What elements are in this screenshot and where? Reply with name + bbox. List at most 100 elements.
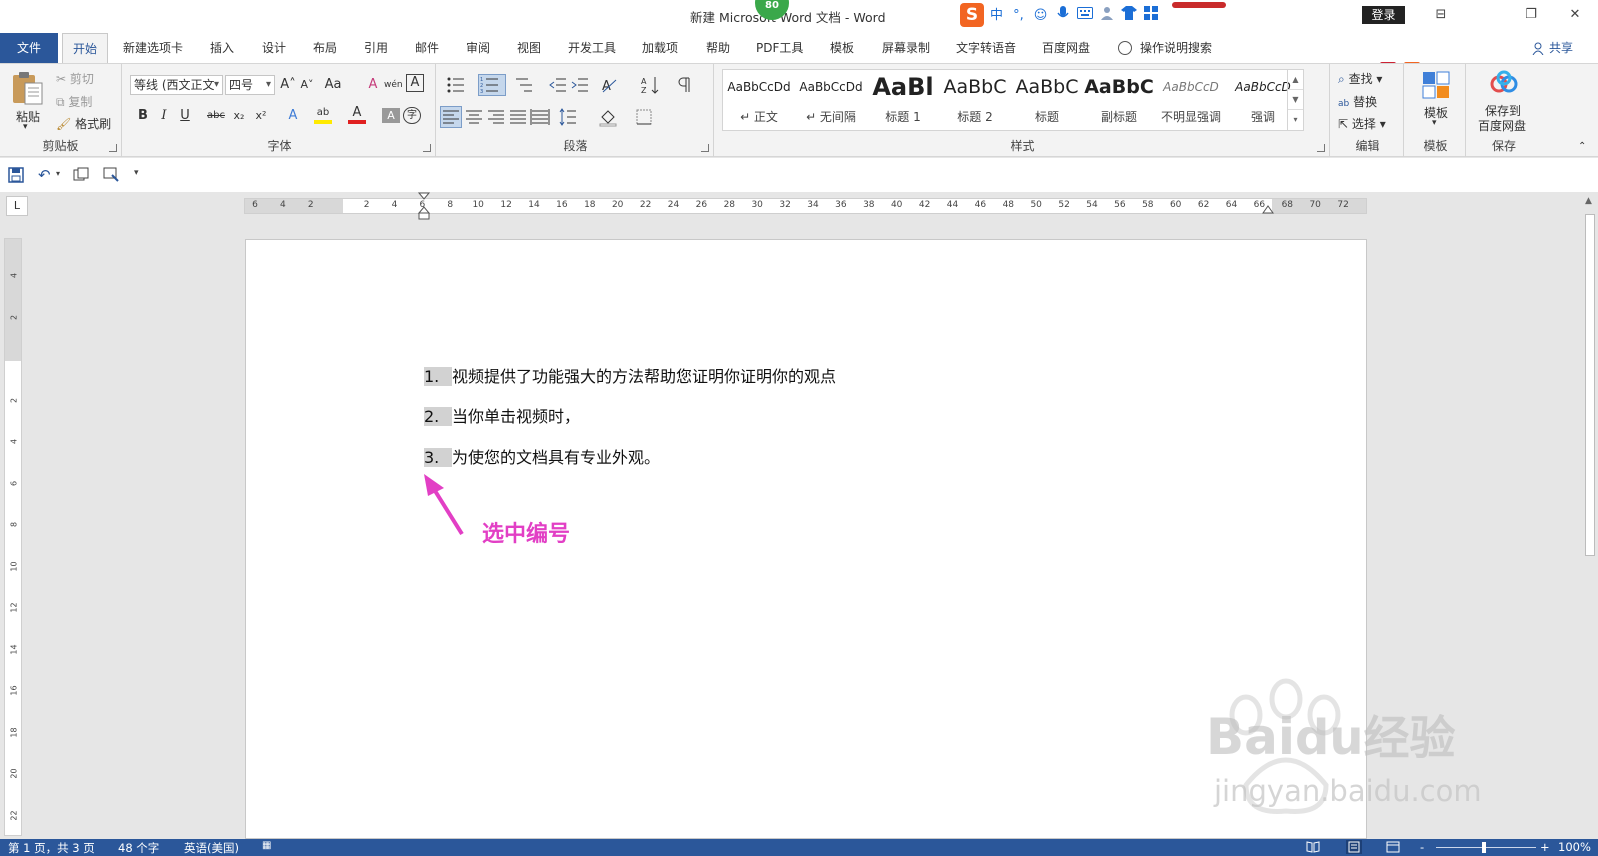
align-center-icon[interactable]: [464, 107, 484, 127]
tab-pdf-tools[interactable]: PDF工具: [746, 33, 813, 63]
print-layout-icon[interactable]: [1346, 840, 1362, 854]
tab-developer[interactable]: 开发工具: [558, 33, 626, 63]
login-button[interactable]: 登录: [1362, 6, 1405, 24]
sort-icon[interactable]: AZ: [640, 75, 660, 95]
replace-button[interactable]: ab 替换: [1338, 93, 1377, 110]
word-count[interactable]: 48 个字: [118, 840, 159, 856]
horizontal-ruler[interactable]: 6 4 2 2 4 6 8 10 12 14 16 18 20 22 24 26 28 30 32 34 36 38 40 4…: [244, 198, 1367, 214]
tab-design[interactable]: 设计: [252, 33, 296, 63]
tell-me-search[interactable]: 操作说明搜索: [1118, 33, 1212, 63]
redo-repeat-icon[interactable]: [72, 166, 90, 184]
zoom-slider-thumb[interactable]: [1482, 842, 1486, 853]
tab-home[interactable]: 开始: [62, 33, 109, 63]
scroll-thumb[interactable]: [1585, 214, 1595, 556]
tab-review[interactable]: 审阅: [456, 33, 500, 63]
customize-qat-icon[interactable]: ▾: [134, 168, 139, 178]
style-subtitle[interactable]: AaBbC 副标题: [1083, 72, 1155, 128]
underline-button[interactable]: U: [176, 105, 194, 127]
chinese-layout-icon[interactable]: A: [600, 75, 620, 95]
collapse-ribbon-icon[interactable]: ⌃: [1578, 141, 1586, 152]
tab-insert[interactable]: 插入: [200, 33, 244, 63]
tab-baidu-netdisk[interactable]: 百度网盘: [1032, 33, 1100, 63]
change-case-button[interactable]: Aa: [324, 74, 342, 96]
paragraph-launcher-icon[interactable]: [701, 144, 709, 152]
user-icon[interactable]: [1097, 6, 1116, 25]
ribbon-display-options-button[interactable]: ⊟: [1418, 5, 1464, 25]
style-no-spacing[interactable]: AaBbCcDd ↵ 无间隔: [795, 72, 867, 128]
undo-dropdown-icon[interactable]: ▾: [56, 169, 60, 178]
style-heading-2[interactable]: AaBbC 标题 2: [939, 72, 1011, 128]
decrease-indent-icon[interactable]: [548, 75, 568, 95]
sogou-logo-icon[interactable]: S: [960, 3, 984, 27]
enclose-characters-button[interactable]: 字: [403, 107, 421, 124]
font-name-combo[interactable]: 等线 (西文正文: [130, 75, 223, 95]
bold-button[interactable]: B: [134, 105, 152, 127]
character-border-button[interactable]: A: [406, 74, 424, 92]
tab-view[interactable]: 视图: [507, 33, 551, 63]
superscript-button[interactable]: x²: [252, 105, 270, 127]
shading-bucket-icon[interactable]: [598, 107, 618, 127]
gallery-down-icon[interactable]: ▼: [1288, 90, 1303, 110]
document-page[interactable]: 1. 视频提供了功能强大的方法帮助您证明你证明你的观点 2. 当你单击视频时， 3.…: [245, 239, 1482, 839]
restore-button[interactable]: ❐: [1508, 5, 1554, 25]
show-paragraph-marks-icon[interactable]: [674, 75, 694, 95]
list-item[interactable]: 3. 为使您的文档具有专业外观。: [424, 444, 660, 468]
list-item[interactable]: 2. 当你单击视频时，: [424, 403, 580, 427]
strikethrough-button[interactable]: abc: [207, 105, 225, 127]
tab-text-to-speech[interactable]: 文字转语音: [946, 33, 1026, 63]
tab-new-tab[interactable]: 新建选项卡: [113, 33, 193, 63]
web-layout-icon[interactable]: [1386, 841, 1400, 853]
increase-indent-icon[interactable]: [570, 75, 590, 95]
read-mode-icon[interactable]: [1306, 841, 1320, 853]
align-right-icon[interactable]: [486, 107, 506, 127]
keyboard-icon[interactable]: [1075, 6, 1094, 25]
subscript-button[interactable]: x₂: [230, 105, 248, 127]
scroll-up-icon[interactable]: ▲: [1585, 196, 1592, 206]
tab-mailings[interactable]: 邮件: [405, 33, 449, 63]
font-color-button[interactable]: A: [348, 105, 366, 124]
phonetic-guide-button[interactable]: wén: [384, 74, 403, 96]
emoji-icon[interactable]: ☺: [1031, 6, 1050, 25]
right-indent-marker-icon[interactable]: [1262, 204, 1274, 214]
character-shading-button[interactable]: A: [382, 108, 400, 123]
tab-file[interactable]: 文件: [0, 33, 58, 63]
line-spacing-icon[interactable]: [558, 107, 578, 127]
style-subtle-emphasis[interactable]: AaBbCcD 不明显强调: [1155, 72, 1227, 128]
find-button[interactable]: ⌕ 查找 ▾: [1338, 70, 1382, 87]
close-button[interactable]: ✕: [1552, 5, 1598, 25]
font-launcher-icon[interactable]: [423, 144, 431, 152]
text-effects-button[interactable]: A: [284, 105, 302, 127]
page-count[interactable]: 第 1 页，共 3 页: [8, 840, 95, 856]
gallery-up-icon[interactable]: ▲: [1288, 70, 1303, 90]
undo-icon[interactable]: ↶: [38, 166, 51, 184]
vertical-ruler[interactable]: 4 2 2 4 6 8 10 12 14 16 18 20 22: [4, 238, 22, 836]
tab-screen-record[interactable]: 屏幕录制: [872, 33, 940, 63]
skin-shirt-icon[interactable]: [1119, 5, 1138, 25]
tab-addins[interactable]: 加载项: [632, 33, 688, 63]
tab-templates[interactable]: 模板: [820, 33, 864, 63]
list-number[interactable]: 3.: [424, 448, 452, 467]
tab-layout[interactable]: 布局: [303, 33, 347, 63]
list-number[interactable]: 2.: [424, 407, 452, 426]
microphone-icon[interactable]: [1053, 5, 1072, 25]
italic-button[interactable]: I: [155, 105, 173, 127]
punctuation-icon[interactable]: °,: [1009, 6, 1028, 25]
list-item[interactable]: 1. 视频提供了功能强大的方法帮助您证明你证明你的观点: [424, 363, 836, 387]
numbering-button[interactable]: 123: [478, 74, 506, 96]
bullets-icon[interactable]: [446, 75, 466, 95]
vertical-scrollbar[interactable]: ▲: [1582, 192, 1598, 840]
paste-button[interactable]: 粘贴 ▾: [8, 68, 48, 134]
language[interactable]: 英语(美国): [184, 840, 239, 856]
style-title[interactable]: AaBbC 标题: [1011, 72, 1083, 128]
share-button[interactable]: 共享: [1532, 33, 1573, 63]
tab-help[interactable]: 帮助: [696, 33, 740, 63]
borders-icon[interactable]: [634, 107, 654, 127]
shrink-font-button[interactable]: A˅: [298, 74, 316, 96]
select-button[interactable]: ⇱ 选择 ▾: [1338, 115, 1386, 132]
proofing-icon[interactable]: ▦: [262, 840, 271, 851]
zoom-in-button[interactable]: +: [1540, 840, 1550, 854]
paste-dropdown-icon[interactable]: ▾: [23, 122, 28, 132]
cut-button[interactable]: ✂ 剪切: [56, 70, 94, 87]
zoom-level[interactable]: 100%: [1558, 840, 1591, 854]
touch-mode-icon[interactable]: [102, 166, 120, 184]
